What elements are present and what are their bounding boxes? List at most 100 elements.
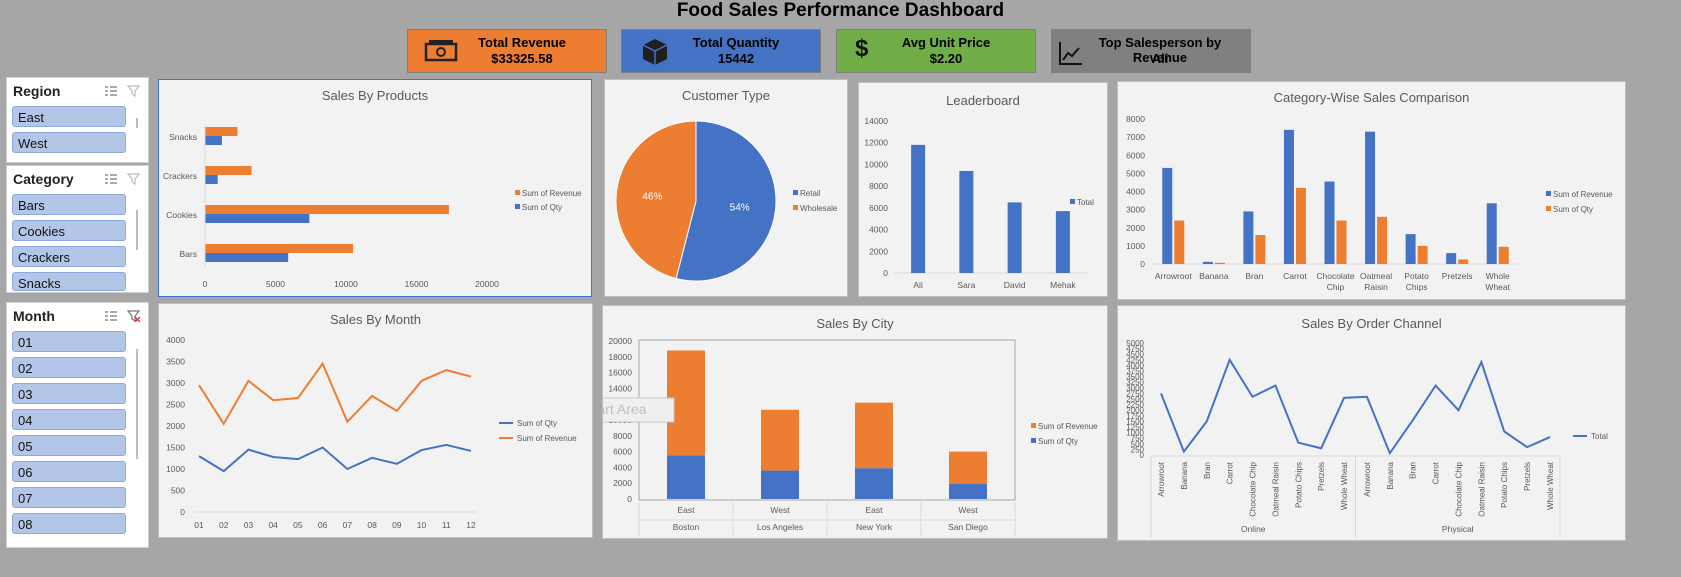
x-tick-label: West [958, 505, 978, 515]
x-tick-label: Raisin [1364, 282, 1388, 292]
chart-title: Sales By Month [330, 312, 421, 327]
clear-filter-icon[interactable] [126, 172, 141, 190]
x-tick-label: Chocolate Chip [1249, 461, 1258, 516]
chart-sales-by-city[interactable]: Sales By City020004000600080001000012000… [602, 305, 1108, 539]
x-tick-label: Pretzels [1442, 271, 1473, 281]
chart-title: Category-Wise Sales Comparison [1274, 90, 1470, 105]
category-slicer[interactable]: Category Bars Cookies Crackers Snacks [6, 165, 149, 293]
kpi-avg-unit-price: $ Avg Unit Price $2.20 [836, 29, 1036, 73]
slicer-item[interactable]: 06 [12, 461, 126, 482]
y-tick-label: 0 [1140, 259, 1145, 269]
bar-qty [205, 253, 289, 262]
data-label: 46% [642, 191, 662, 202]
bar-revenue [205, 166, 252, 175]
chart-sales-by-month[interactable]: Sales By Month 0 500 1000 1500 2000 2500 3000 35… [158, 303, 593, 538]
bar-revenue [205, 244, 354, 253]
slicer-item[interactable]: 07 [12, 487, 126, 508]
x-group-label: Los Angeles [757, 522, 803, 532]
legend-swatch [1031, 438, 1036, 443]
y-tick-label: 2500 [166, 400, 185, 410]
x-tick-label: Pretzels [1523, 462, 1532, 491]
kpi-value: Ali [1151, 51, 1169, 66]
kpi-top-salesperson: Top Salesperson by Revenue Ali [1051, 29, 1251, 73]
bar-qty [205, 175, 218, 184]
slicer-title: Category [13, 171, 74, 187]
line-series [198, 361, 472, 426]
scrollbar[interactable] [136, 349, 138, 459]
bar-qty [1417, 245, 1428, 264]
chart-title: Leaderboard [946, 93, 1020, 108]
x-tick-label: East [677, 505, 695, 515]
x-tick-label: Potato Chips [1500, 462, 1509, 508]
legend-label: Sum of Qty [1038, 437, 1078, 446]
chart-title: Sales By Products [322, 88, 429, 103]
slicer-item[interactable]: 02 [12, 357, 126, 378]
bar-qty [1174, 220, 1185, 264]
slicer-item[interactable]: 04 [12, 409, 126, 430]
y-tick-label: 0 [627, 494, 632, 504]
bar-revenue [1283, 129, 1294, 264]
line-series [198, 443, 472, 473]
slicer-title: Month [13, 308, 55, 324]
y-tick-label: 2000 [613, 478, 632, 488]
kpi-total-quantity: Total Quantity 15442 [621, 29, 821, 73]
x-tick-label: Whole Wheat [1340, 461, 1349, 510]
bar-qty [1498, 246, 1509, 264]
legend-label: Sum of Qty [517, 419, 557, 428]
multi-select-icon[interactable] [104, 309, 118, 327]
x-tick-label: Chocolate [1316, 271, 1355, 281]
slicer-item[interactable]: East [12, 106, 126, 127]
month-slicer[interactable]: Month 01 02 03 04 05 06 07 08 [6, 302, 149, 548]
x-tick-label: 01 [194, 520, 204, 530]
slicer-item[interactable]: Bars [12, 194, 126, 215]
x-tick-label: 10 [417, 520, 427, 530]
multi-select-icon[interactable] [104, 172, 118, 190]
slicer-item[interactable]: 01 [12, 331, 126, 352]
scrollbar[interactable] [136, 118, 138, 128]
slicer-item[interactable]: 05 [12, 435, 126, 456]
x-tick-label: 11 [442, 520, 451, 530]
region-slicer[interactable]: Region East West [6, 77, 149, 163]
bar-total [1007, 202, 1022, 273]
clear-filter-icon[interactable] [126, 309, 141, 327]
x-tick-label: Chips [1406, 282, 1428, 292]
x-tick-label: Potato [1404, 271, 1429, 281]
chart-sales-by-order-channel[interactable]: Sales By Order Channel 0 250 500 750 1000 1250… [1117, 305, 1626, 541]
clear-filter-icon[interactable] [126, 84, 141, 102]
bar-total [911, 144, 926, 273]
y-tick-label: 8000 [1126, 114, 1145, 124]
bar-qty [667, 455, 705, 499]
x-tick-label: Sara [957, 280, 975, 290]
slicer-item[interactable]: 08 [12, 513, 126, 534]
bar-qty [855, 468, 893, 499]
x-tick-label: Bran [1203, 462, 1212, 479]
slicer-item[interactable]: Crackers [12, 246, 126, 267]
slicer-item[interactable]: 03 [12, 383, 126, 404]
x-tick-label: David [1004, 280, 1026, 290]
y-tick-label: 7000 [1126, 132, 1145, 142]
x-tick-label: 07 [343, 520, 353, 530]
chart-category-wise-sales[interactable]: Category-Wise Sales Comparison 0 1000 2000 3… [1117, 81, 1626, 300]
x-tick-label: Bran [1245, 271, 1263, 281]
x-tick-label: Carrot [1432, 461, 1441, 484]
scrollbar[interactable] [136, 210, 138, 250]
y-tick-label: 6000 [613, 447, 632, 457]
chart-leaderboard[interactable]: Leaderboard 0 2000 4000 6000 8000 10000 12000 14… [858, 82, 1108, 297]
x-tick-label: Whole Wheat [1546, 461, 1555, 510]
slicer-item[interactable]: Snacks [12, 272, 126, 291]
slicer-item[interactable]: West [12, 132, 126, 153]
bar-revenue [1202, 261, 1213, 264]
y-tick-label: 1500 [166, 443, 185, 453]
multi-select-icon[interactable] [104, 84, 118, 102]
slicer-item[interactable]: Cookies [12, 220, 126, 241]
chart-sales-by-products[interactable]: Sales By Products Bars Cookies Crackers Snac… [158, 79, 592, 297]
legend-swatch [793, 205, 798, 210]
bar-revenue [1365, 131, 1376, 264]
bar-revenue [1243, 211, 1254, 264]
x-tick-label: 20000 [475, 279, 499, 289]
x-group-label: Boston [673, 522, 700, 532]
bar-total [1055, 211, 1070, 273]
bar-qty [949, 483, 987, 499]
chart-customer-type[interactable]: Customer Type 54% 46% Retail Wholesale [604, 79, 848, 297]
line-series [1160, 357, 1551, 456]
